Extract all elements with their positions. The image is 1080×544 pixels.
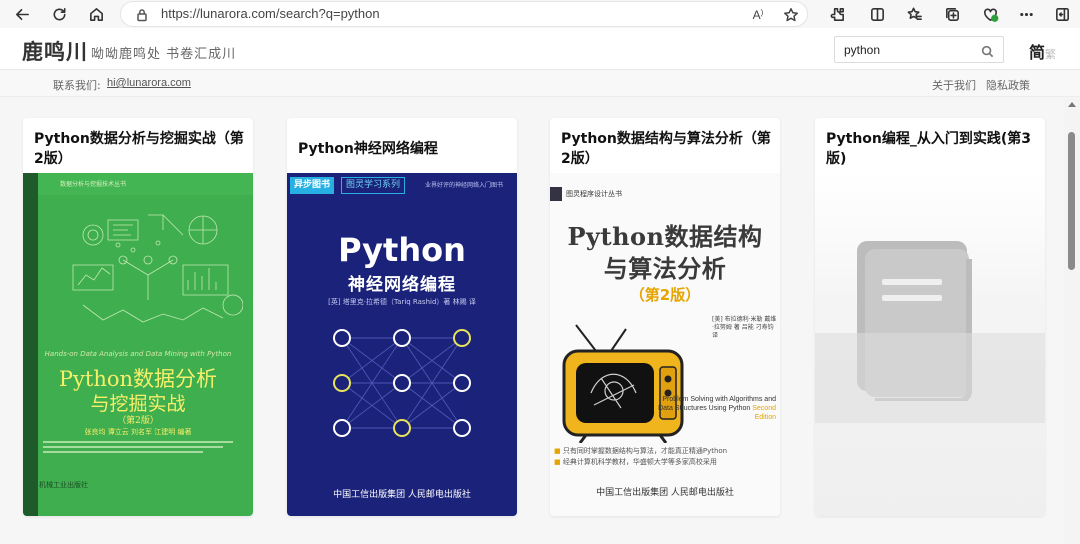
sidebar-toggle-icon[interactable] (1050, 3, 1074, 25)
neural-network-graphic (333, 329, 471, 437)
cover-spine (23, 173, 38, 516)
cover-title-zh: 神经网络编程 (348, 275, 456, 295)
book-title[interactable]: Python神经网络编程 (298, 126, 510, 172)
scrollbar-thumb[interactable] (1068, 132, 1075, 270)
extensions-icon[interactable] (825, 3, 849, 25)
cover-english-title: Problem Solving with Algorithms and Data… (658, 395, 776, 422)
cover-blurb-lines (43, 441, 243, 457)
cover-title-line-2: 与算法分析 (603, 254, 727, 283)
search-input[interactable] (844, 41, 974, 59)
collections-icon[interactable] (940, 3, 964, 25)
book-title-text[interactable]: Python数据结构与算法分析（第2版） (561, 129, 773, 169)
cover-publisher: 中国工信出版集团 人民邮电出版社 (333, 490, 471, 500)
data-line-art-graphic (72, 214, 243, 323)
cover-top-band: 数据分析与挖掘技术丛书 (38, 173, 253, 195)
book-cover-image[interactable]: 异步图书 图灵学习系列 业界好评的神经网络入门图书 Python 神经网络编程 … (287, 173, 517, 516)
site-logo-title[interactable]: 鹿鸣川 (22, 36, 88, 66)
book-cover-placeholder[interactable] (815, 173, 1045, 516)
lang-traditional-label: 繁 (1045, 48, 1057, 61)
cover-english-edition: Second Edition (752, 405, 776, 421)
retro-tv-graphic (562, 324, 684, 443)
url-text[interactable]: https://lunarora.com/search?q=python (161, 6, 380, 21)
book-card[interactable]: Python神经网络编程 异步图书 图灵学习系列 业界好评的神经网络入门图书 P… (287, 118, 517, 516)
contact-label: 联系我们: (53, 79, 101, 92)
book-cover-image[interactable]: 图灵程序设计丛书 Python数据结构 与算法分析 （第2版） [美] 布拉德利… (550, 173, 780, 516)
home-icon[interactable] (84, 3, 108, 25)
back-icon[interactable] (10, 3, 34, 25)
more-icon[interactable] (1014, 3, 1038, 25)
cover-publisher: 机械工业出版社 (39, 481, 88, 489)
cover-authors: 张良均 谭立云 刘名军 江建明 编著 (84, 428, 192, 436)
refresh-icon[interactable] (47, 3, 71, 25)
split-screen-icon[interactable] (865, 3, 889, 25)
search-icon[interactable] (981, 43, 995, 58)
cover-english-subtitle: Hands-on Data Analysis and Data Mining w… (44, 350, 232, 358)
cover-title-en: Python (338, 231, 466, 269)
site-header: 鹿鸣川 呦呦鹿鸣处 书卷汇成川 简繁 (0, 28, 1080, 70)
placeholder-shadow-band (815, 333, 1045, 423)
book-card[interactable]: Python数据结构与算法分析（第2版） 图灵程序设计丛书 Python数据结构… (550, 118, 780, 516)
book-title[interactable]: Python数据分析与挖掘实战（第2版） (34, 126, 246, 172)
cover-badge-async: 异步图书 (290, 177, 335, 194)
browser-essentials-icon[interactable] (978, 3, 1002, 25)
cover-edition: （第2版） (629, 286, 701, 304)
book-title[interactable]: Python数据结构与算法分析（第2版） (561, 126, 773, 172)
book-title-text[interactable]: Python数据分析与挖掘实战（第2版） (34, 129, 246, 169)
cover-bullets: ■ 只有同时掌握数据结构与算法，才能真正精通Python ■ 经典计算机科学教材… (554, 447, 728, 466)
cover-authors: [英] 塔里克·拉希德（Tariq Rashid）著 林赐 译 (328, 298, 476, 306)
cover-series-label: 数据分析与挖掘技术丛书 (60, 181, 127, 188)
about-us-link[interactable]: 关于我们 (932, 77, 976, 93)
cover-series-block (550, 187, 562, 201)
cover-edition: （第2版） (117, 416, 159, 426)
favorite-star-icon[interactable] (780, 5, 802, 25)
lang-simplified-label: 简 (1029, 43, 1046, 62)
scroll-up-arrow-icon[interactable] (1068, 102, 1076, 107)
book-title[interactable]: Python编程_从入门到实践(第3版) (826, 126, 1038, 172)
cover-title-line-2: 与挖掘实战 (90, 393, 186, 415)
book-card[interactable]: Python数据分析与挖掘实战（第2版） 数据分析与挖掘技术丛书 Hands-o… (23, 118, 253, 516)
search-box (834, 36, 1004, 63)
cover-bullet-1: 只有同时掌握数据结构与算法，才能真正精通Python (562, 447, 728, 455)
lock-icon[interactable] (135, 7, 149, 22)
site-slogan: 呦呦鹿鸣处 书卷汇成川 (91, 47, 237, 62)
cover-series-label: 图灵程序设计丛书 (566, 190, 622, 198)
address-bar[interactable]: https://lunarora.com/search?q=python A) (120, 1, 808, 27)
contact-email-link[interactable]: hi@lunarora.com (107, 77, 191, 89)
privacy-policy-link[interactable]: 隐私政策 (986, 77, 1030, 93)
language-switch[interactable]: 简繁 (1029, 39, 1056, 63)
cover-tagline: 业界好评的神经网络入门图书 (425, 182, 504, 189)
read-aloud-label: A (752, 8, 761, 22)
favorites-icon[interactable] (902, 3, 926, 25)
page-scrollbar[interactable] (1064, 98, 1080, 544)
book-cover-image[interactable]: 数据分析与挖掘技术丛书 Hands-on Data Analysis and D… (23, 173, 253, 516)
sub-header: 联系我们: hi@lunarora.com 关于我们 隐私政策 (0, 71, 1080, 97)
read-aloud-icon[interactable]: A) (747, 5, 769, 25)
cover-authors: [美] 布拉德利·米勒 戴维·拉努姆 著 吕能 刁寿钧 译 (712, 316, 777, 339)
cover-title-line-1: Python数据结构 (567, 222, 763, 251)
cover-publisher: 中国工信出版集团 人民邮电出版社 (596, 488, 734, 498)
cover-badge-series: 图灵学习系列 (341, 177, 406, 194)
cover-top-band: 异步图书 图灵学习系列 业界好评的神经网络入门图书 (287, 173, 517, 199)
book-title-text[interactable]: Python编程_从入门到实践(第3版) (826, 129, 1038, 169)
browser-toolbar: https://lunarora.com/search?q=python A) (0, 0, 1080, 28)
book-card[interactable]: Python编程_从入门到实践(第3版) (815, 118, 1045, 516)
cover-bullet-2: 经典计算机科学教材，华盛顿大学等多家高校采用 (562, 458, 717, 466)
book-title-text[interactable]: Python神经网络编程 (298, 139, 438, 159)
